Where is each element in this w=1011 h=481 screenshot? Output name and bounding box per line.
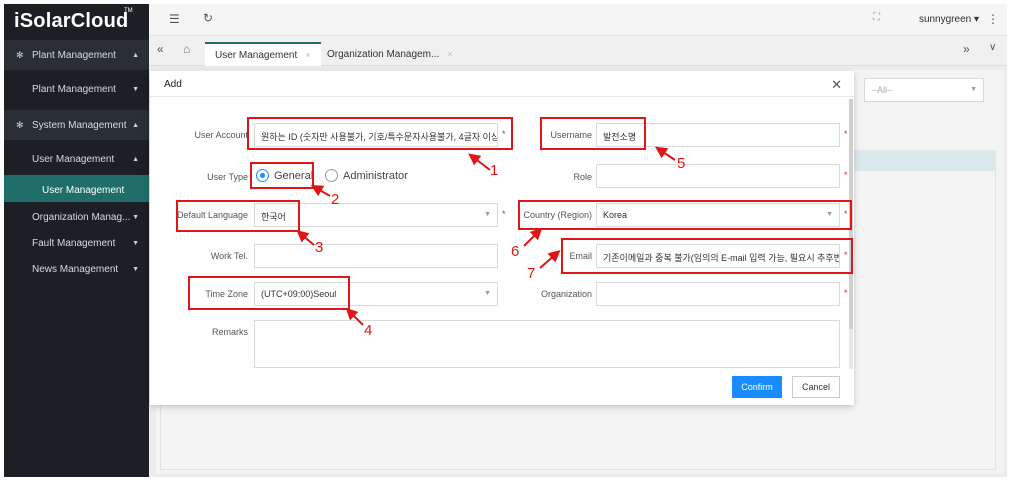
user-account-label: User Account [194,130,248,140]
annotation-box-email [561,238,853,274]
radio-label: Administrator [343,169,408,182]
more-vertical-icon[interactable]: ⋮ [987,12,999,26]
caret-down-icon: ▼ [970,86,977,93]
home-icon[interactable]: ⌂ [183,42,190,56]
tab-organization-management[interactable]: Organization Managem... × [317,42,463,66]
role-label: Role [573,172,592,182]
sidebar-item-label: System Management [32,119,127,131]
caret-down-icon: ▼ [484,211,491,218]
sidebar: iSolarCloud TM ✻ Plant Management ▲ Plan… [4,4,149,477]
close-icon[interactable]: ✕ [831,77,842,93]
tab-user-management[interactable]: User Management × [205,42,321,66]
user-type-label: User Type [207,172,248,182]
user-menu[interactable]: sunnygreen ▾ [919,14,979,25]
app-logo: iSolarCloud [14,10,129,32]
required-marker: * [844,129,848,139]
sidebar-item-label: User Management [42,184,125,196]
sidebar-item-label: News Management [32,263,119,275]
menu-fold-icon[interactable]: ☰ [169,12,180,26]
annotation-box-time-zone [188,276,350,310]
caret-down-icon: ▼ [132,85,139,93]
annotation-number-6: 6 [511,243,520,260]
double-chevron-left-icon[interactable]: « [157,42,164,56]
sidebar-subitem-news-management[interactable]: News Management ▼ [4,254,149,284]
work-tel-input[interactable] [254,244,498,268]
double-chevron-right-icon[interactable]: » [963,42,970,56]
sidebar-item-label: Fault Management [32,237,116,249]
filter-placeholder: --All-- [871,85,893,95]
caret-down-icon: ▼ [484,290,491,297]
tabs-bar: « ⌂ User Management × Organization Manag… [149,36,1007,66]
sidebar-subitem-plant-management[interactable]: Plant Management ▼ [4,74,149,104]
gear-icon: ✻ [16,49,24,60]
sidebar-leaf-user-management[interactable]: User Management [4,175,149,205]
annotation-box-user-account [247,117,513,150]
fullscreen-icon[interactable]: ⛶ [873,12,880,23]
dialog-title: Add [164,79,182,90]
caret-down-icon: ▼ [132,239,139,247]
caret-up-icon: ▲ [132,51,139,59]
sidebar-item-system-management[interactable]: ✻ System Management ▲ [4,110,149,140]
remarks-textarea[interactable] [254,320,840,368]
required-marker: * [502,209,506,219]
annotation-number-5: 5 [677,155,686,172]
annotation-box-country [518,200,852,230]
caret-down-icon: ▼ [132,265,139,273]
gear-icon: ✻ [16,119,24,130]
caret-down-icon: ▼ [132,213,139,221]
sidebar-item-label: Organization Manag... [32,211,131,223]
annotation-number-1: 1 [490,162,499,179]
annotation-number-7: 7 [527,265,536,282]
radio-icon [325,169,338,182]
confirm-button[interactable]: Confirm [732,376,782,398]
cancel-button[interactable]: Cancel [792,376,840,398]
topbar: ☰ ↻ ⛶ sunnygreen ▾ ⋮ [149,4,1007,36]
sidebar-item-plant-management[interactable]: ✻ Plant Management ▲ [4,40,149,70]
organization-select[interactable] [596,282,840,306]
annotation-number-3: 3 [315,239,324,256]
remarks-label: Remarks [211,327,248,337]
close-icon[interactable]: × [305,50,310,60]
chevron-down-icon[interactable]: ∨ [989,42,996,53]
dialog-header: Add ✕ [150,71,854,97]
required-marker: * [844,170,848,180]
caret-up-icon: ▲ [132,121,139,129]
sidebar-subitem-user-management[interactable]: User Management ▲ [4,144,149,174]
user-type-administrator-radio[interactable]: Administrator [325,169,408,182]
close-icon[interactable]: × [447,49,452,59]
sidebar-item-label: User Management [32,153,115,165]
tab-label: User Management [215,49,298,61]
caret-up-icon: ▲ [132,155,139,163]
annotation-box-username [540,117,646,150]
refresh-icon[interactable]: ↻ [203,11,213,25]
annotation-number-2: 2 [331,191,340,208]
tab-label: Organization Managem... [327,48,440,60]
annotation-number-4: 4 [364,322,373,339]
annotation-box-user-type [250,162,314,189]
role-select[interactable] [596,164,840,188]
logo-trademark: TM [124,8,133,14]
required-marker: * [844,288,848,298]
organization-label: Organization [540,289,592,299]
work-tel-label: Work Tel. [210,251,248,261]
annotation-box-default-language [176,200,300,232]
filter-select[interactable]: --All-- ▼ [864,78,984,102]
sidebar-item-label: Plant Management [32,49,116,61]
sidebar-item-label: Plant Management [32,83,116,95]
